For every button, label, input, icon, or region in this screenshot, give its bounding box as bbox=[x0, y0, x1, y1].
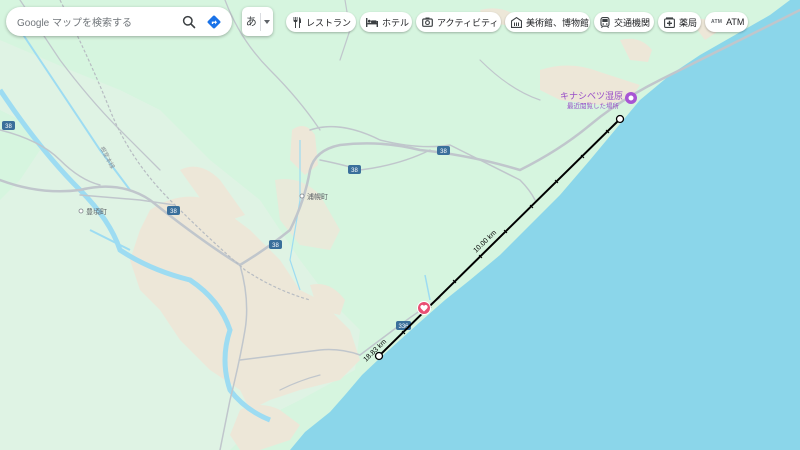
chip-activities[interactable]: アクティビティ bbox=[416, 12, 501, 32]
chip-hotels[interactable]: ホテル bbox=[360, 12, 412, 32]
search-input[interactable]: Google マップを検索する bbox=[6, 14, 178, 29]
chip-label: レストラン bbox=[306, 17, 352, 28]
chip-transit[interactable]: 交通機関 bbox=[594, 12, 654, 32]
route-shield-38-d: 38 bbox=[348, 165, 361, 174]
route-shield-38-a: 38 bbox=[2, 121, 15, 130]
svg-text:浦幌町: 浦幌町 bbox=[307, 192, 328, 201]
map-canvas[interactable]: 38 38 38 38 38 336 根室本線 浦幌町 豊頃町 キナシベツ湿原 … bbox=[0, 0, 800, 450]
input-language-switch[interactable]: あ bbox=[242, 7, 273, 36]
route-shield-38-e: 38 bbox=[437, 146, 450, 155]
camera-icon bbox=[422, 16, 433, 28]
chip-label: アクティビティ bbox=[437, 17, 499, 28]
svg-text:38: 38 bbox=[351, 168, 358, 174]
directions-icon[interactable] bbox=[202, 10, 226, 34]
svg-text:38: 38 bbox=[170, 209, 177, 215]
chip-atm[interactable]: ATM ATM bbox=[705, 12, 748, 32]
search-box[interactable]: Google マップを検索する bbox=[6, 7, 232, 36]
svg-text:38: 38 bbox=[272, 243, 279, 249]
pharmacy-icon bbox=[664, 16, 675, 28]
saved-place-heart-icon[interactable] bbox=[417, 301, 431, 315]
chip-label: 交通機関 bbox=[614, 17, 651, 28]
chip-label: 薬局 bbox=[679, 17, 698, 28]
atm-icon: ATM bbox=[711, 19, 723, 25]
search-icon[interactable] bbox=[178, 11, 200, 33]
chip-restaurants[interactable]: レストラン bbox=[286, 12, 356, 32]
svg-text:キナシベツ湿原: キナシベツ湿原 bbox=[560, 91, 623, 101]
hotel-icon bbox=[366, 16, 378, 28]
route-shield-38-c: 38 bbox=[269, 240, 282, 249]
chevron-down-icon bbox=[261, 17, 273, 27]
language-current: あ bbox=[242, 12, 262, 31]
svg-text:38: 38 bbox=[5, 124, 12, 130]
restaurant-icon bbox=[292, 16, 302, 28]
transit-icon bbox=[600, 16, 610, 28]
museum-icon bbox=[511, 16, 522, 28]
chip-pharmacy[interactable]: 薬局 bbox=[658, 12, 701, 32]
chip-label: ホテル bbox=[382, 17, 410, 28]
svg-text:最近閲覧した場所: 最近閲覧した場所 bbox=[567, 101, 620, 110]
chip-label: 美術館、博物館 bbox=[526, 17, 590, 28]
chip-label: ATM bbox=[726, 17, 745, 27]
svg-text:豊頃町: 豊頃町 bbox=[86, 207, 107, 216]
svg-text:38: 38 bbox=[440, 149, 447, 155]
measure-end-point[interactable] bbox=[615, 114, 625, 124]
chip-museums[interactable]: 美術館、博物館 bbox=[505, 12, 590, 32]
route-shield-38-b: 38 bbox=[167, 206, 180, 215]
